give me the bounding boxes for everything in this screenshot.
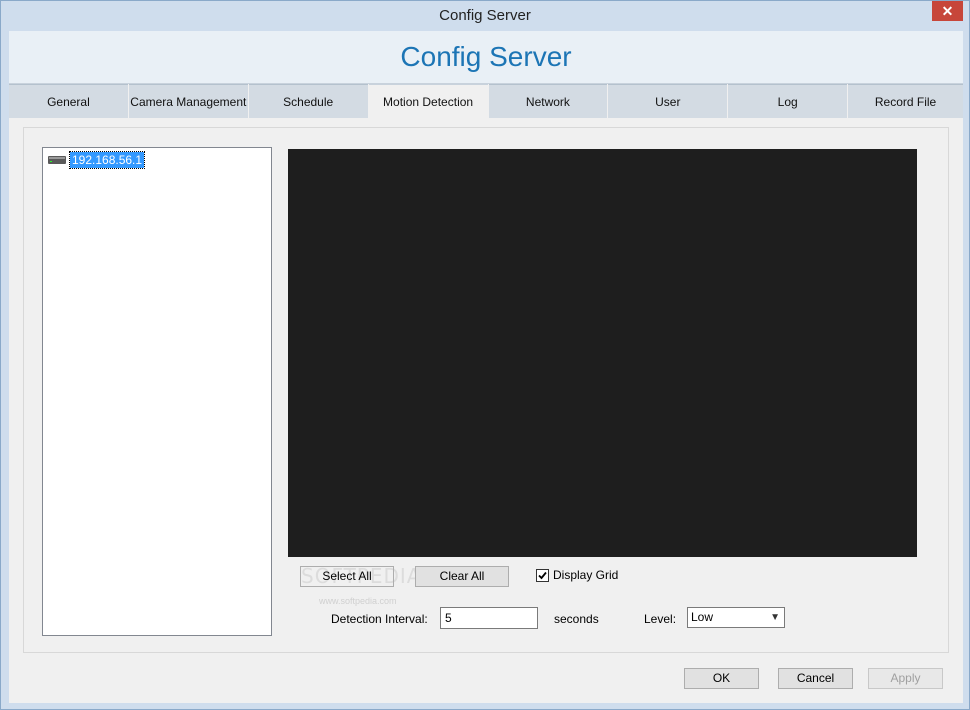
banner: Config Server bbox=[9, 31, 963, 84]
tab-camera-management[interactable]: Camera Management bbox=[128, 84, 248, 118]
banner-title: Config Server bbox=[400, 41, 572, 72]
video-preview[interactable] bbox=[288, 149, 917, 557]
detection-interval-label: Detection Interval: bbox=[331, 612, 428, 626]
level-label: Level: bbox=[644, 612, 677, 626]
tree-item-label: 192.168.56.1 bbox=[68, 151, 146, 169]
clear-all-button[interactable]: Clear All bbox=[415, 566, 509, 587]
level-select[interactable]: Low ▼ bbox=[687, 607, 785, 628]
watermark-url: www.softpedia.com bbox=[319, 596, 397, 606]
ok-button[interactable]: OK bbox=[684, 668, 759, 689]
tab-record-file[interactable]: Record File bbox=[848, 84, 963, 118]
close-button[interactable]: ✕ bbox=[932, 1, 963, 21]
tab-user[interactable]: User bbox=[608, 84, 728, 118]
checkbox-box[interactable] bbox=[536, 568, 549, 582]
select-all-button[interactable]: Select All bbox=[300, 566, 394, 587]
tab-bar: General Camera Management Schedule Motio… bbox=[9, 84, 963, 118]
checkmark-icon bbox=[538, 571, 547, 579]
camera-tree[interactable]: 192.168.56.1 bbox=[42, 147, 272, 636]
client-area: Config Server General Camera Management … bbox=[9, 31, 963, 703]
chevron-down-icon: ▼ bbox=[770, 612, 780, 623]
apply-button[interactable]: Apply bbox=[868, 668, 943, 689]
detection-interval-input[interactable] bbox=[440, 607, 538, 629]
tab-general[interactable]: General bbox=[9, 84, 128, 118]
title-bar[interactable]: Config Server ✕ bbox=[1, 1, 969, 31]
cancel-button[interactable]: Cancel bbox=[778, 668, 853, 689]
tree-item-server[interactable]: 192.168.56.1 bbox=[47, 151, 146, 169]
seconds-label: seconds bbox=[554, 612, 599, 626]
display-grid-checkbox[interactable]: Display Grid bbox=[536, 568, 618, 582]
close-icon: ✕ bbox=[941, 3, 954, 19]
tab-schedule[interactable]: Schedule bbox=[248, 84, 368, 118]
tab-log[interactable]: Log bbox=[728, 84, 848, 118]
server-icon bbox=[48, 156, 66, 164]
tab-network[interactable]: Network bbox=[488, 84, 608, 118]
tab-motion-detection[interactable]: Motion Detection bbox=[368, 84, 488, 118]
window-title: Config Server bbox=[439, 7, 531, 24]
config-server-window: Config Server ✕ Config Server General Ca… bbox=[0, 0, 970, 710]
level-select-value: Low bbox=[691, 610, 714, 624]
display-grid-label: Display Grid bbox=[553, 568, 619, 582]
